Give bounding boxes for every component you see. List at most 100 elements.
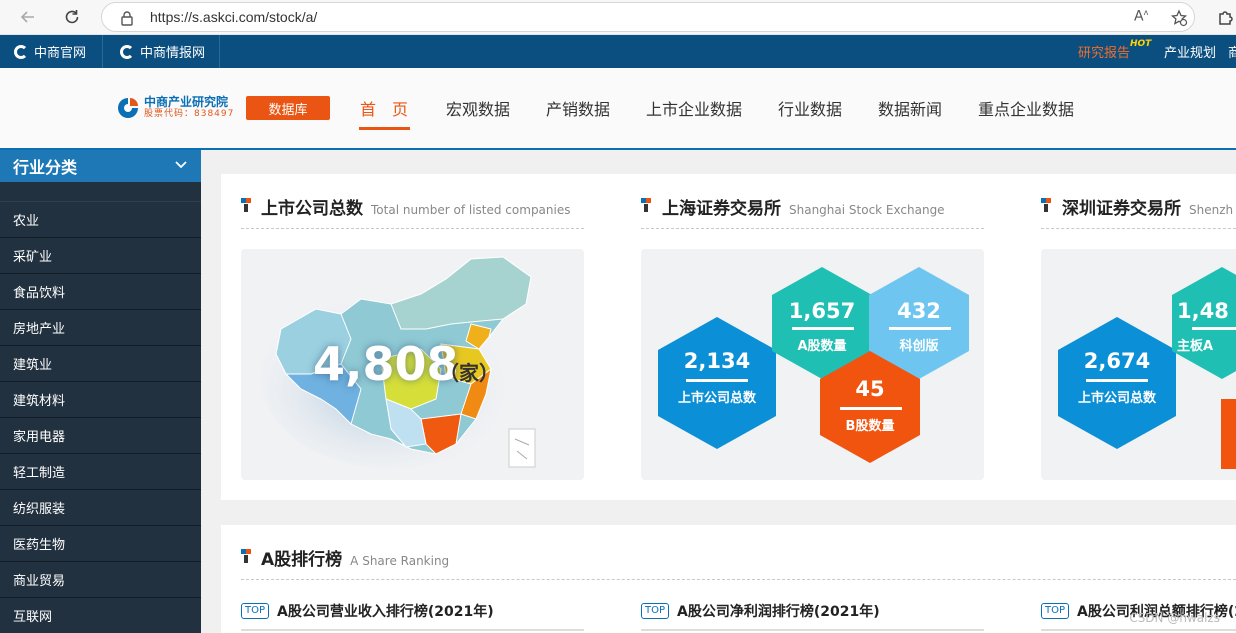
hex-value: 2,134 [683, 349, 751, 373]
stats-panel: 上市公司总数 Total number of listed companies [221, 174, 1236, 500]
logo-name: 中商产业研究院 [144, 95, 229, 109]
csdn-watermark: CSDN @hwalzs [1129, 611, 1220, 625]
section-title-en: Total number of listed companies [371, 203, 571, 217]
hex-divider [686, 379, 748, 382]
sidebar-item-real-estate[interactable]: 房地产业 [0, 310, 201, 346]
nav-key-enterprise-data[interactable]: 重点企业数据 [978, 96, 1074, 120]
nav-data-news[interactable]: 数据新闻 [878, 96, 942, 120]
nav-home[interactable]: 首 页 [360, 96, 408, 120]
extensions-icon[interactable] [1216, 7, 1236, 27]
hex-value: 1,657 [788, 299, 856, 323]
topbar-link-more[interactable]: 商 [1228, 35, 1236, 68]
ranking-title: A股公司净利润排行榜(2021年) [677, 604, 880, 620]
section-title-en: Shenzh [1189, 203, 1234, 217]
topbar-link-reports[interactable]: 研究报告 [1078, 35, 1130, 68]
url-text: https://s.askci.com/stock/a/ [150, 9, 318, 25]
topbar-link-planning[interactable]: 产业规划 [1164, 35, 1216, 68]
nav-production-sales[interactable]: 产销数据 [546, 96, 610, 120]
database-button[interactable]: 数据库 [246, 96, 330, 120]
topbar-link-official[interactable]: 中商官网 [0, 35, 103, 68]
sidebar-item-mining[interactable]: 采矿业 [0, 238, 201, 274]
nav-active-indicator [359, 127, 410, 130]
shenzhen-stats-card: 2,674 上市公司总数 1,48 主板A [1041, 249, 1236, 480]
site-header: 中商产业研究院 股票代码：838497 数据库 首 页 宏观数据 产销数据 上市… [0, 68, 1236, 150]
hot-badge: HOT [1130, 39, 1152, 49]
nav-macro-data[interactable]: 宏观数据 [446, 96, 510, 120]
back-button[interactable] [14, 4, 42, 30]
logo-stock-code: 股票代码：838497 [144, 109, 235, 119]
sidebar-item-textile[interactable]: 纺织服装 [0, 490, 201, 526]
refresh-button[interactable] [58, 4, 86, 30]
site-logo[interactable]: 中商产业研究院 股票代码：838497 [116, 95, 234, 120]
sidebar-item-trade[interactable]: 商业贸易 [0, 562, 201, 598]
ranking-net-profit[interactable]: TOP A股公司净利润排行榜(2021年) [641, 601, 880, 621]
hex-value: 45 [855, 377, 885, 401]
sidebar-item-agriculture[interactable]: 农业 [0, 202, 201, 238]
askci-logo-icon [118, 97, 138, 118]
hex-sz-main-board[interactable]: 1,48 主板A [1172, 267, 1236, 379]
add-favorite-icon[interactable] [1170, 9, 1188, 27]
hex-value: 1,48 [1177, 299, 1229, 323]
sidebar-item-construction[interactable]: 建筑业 [0, 346, 201, 382]
total-companies-count: 4,808 [313, 337, 459, 391]
divider [641, 228, 984, 229]
address-bar[interactable]: https://s.askci.com/stock/a/ Aʌ [101, 2, 1195, 32]
hex-sz-total[interactable]: 2,674 上市公司总数 [1058, 317, 1176, 449]
ranking-underline [241, 629, 584, 631]
ranking-panel: A股排行榜 A Share Ranking TOP A股公司营业收入排行榜(20… [221, 525, 1236, 633]
sidebar-item-food-beverage[interactable]: 食品饮料 [0, 274, 201, 310]
section-title-total: 上市公司总数 Total number of listed companies [261, 194, 570, 219]
hex-divider [1086, 379, 1148, 382]
divider [241, 579, 1236, 580]
china-map-card[interactable]: 4,808 （家） [241, 249, 584, 480]
hexagon-icon [658, 317, 776, 449]
ranking-title: A股公司营业收入排行榜(2021年) [277, 604, 494, 620]
divider [241, 228, 584, 229]
industry-sidebar: 行业分类 农业 采矿业 食品饮料 房地产业 建筑业 建筑材料 家用电器 轻工制造… [0, 150, 201, 633]
divider [1041, 228, 1236, 229]
section-title-zh: 上海证券交易所 [662, 199, 781, 219]
sidebar-spacer [0, 182, 201, 202]
section-marker-icon [1041, 198, 1052, 213]
top-badge: TOP [641, 603, 670, 619]
section-title-ranking: A股排行榜 A Share Ranking [261, 545, 449, 570]
section-marker-icon [641, 198, 652, 213]
hex-sh-total[interactable]: 2,134 上市公司总数 [658, 317, 776, 449]
nav-listed-company-data[interactable]: 上市企业数据 [646, 96, 742, 120]
sidebar-item-pharma[interactable]: 医药生物 [0, 526, 201, 562]
sidebar-item-appliances[interactable]: 家用电器 [0, 418, 201, 454]
hexagon-icon [1058, 317, 1176, 449]
nav-industry-data[interactable]: 行业数据 [778, 96, 842, 120]
sidebar-item-light-industry[interactable]: 轻工制造 [0, 454, 201, 490]
top-badge: TOP [241, 603, 270, 619]
sidebar-item-internet[interactable]: 互联网 [0, 598, 201, 633]
shanghai-stats-card: 2,134 上市公司总数 1,657 A股数量 432 科创版 45 B股数量 [641, 249, 984, 480]
section-title-shenzhen: 深圳证券交易所 Shenzh [1062, 194, 1233, 219]
top-badge: TOP [1041, 603, 1070, 619]
section-marker-icon [241, 198, 252, 213]
zhongshang-logo-icon [14, 44, 28, 59]
section-title-en: A Share Ranking [350, 554, 450, 568]
ranking-revenue[interactable]: TOP A股公司营业收入排行榜(2021年) [241, 601, 494, 621]
section-title-zh: 深圳证券交易所 [1062, 199, 1181, 219]
hex-divider [792, 327, 854, 330]
hex-sz-partial [1221, 399, 1236, 469]
hex-label: 上市公司总数 [677, 391, 756, 406]
read-aloud-icon[interactable]: Aʌ [1134, 8, 1148, 25]
section-title-zh: A股排行榜 [261, 550, 343, 570]
site-topbar: 中商官网 中商情报网 研究报告 HOT 产业规划 商 [0, 35, 1236, 68]
section-title-shanghai: 上海证券交易所 Shanghai Stock Exchange [662, 194, 945, 219]
chevron-down-icon [175, 161, 187, 169]
hex-label: B股数量 [845, 419, 895, 434]
hex-sh-b-shares[interactable]: 45 B股数量 [820, 351, 920, 463]
total-companies-unit: （家） [439, 361, 499, 385]
lock-icon [121, 11, 133, 26]
back-arrow-icon [20, 11, 34, 23]
topbar-link-info[interactable]: 中商情报网 [106, 35, 220, 68]
topbar-link-label: 中商官网 [34, 46, 87, 61]
sidebar-header[interactable]: 行业分类 [0, 150, 201, 182]
ranking-underline [1041, 629, 1236, 631]
sidebar-title: 行业分类 [13, 158, 78, 177]
sidebar-item-building-materials[interactable]: 建筑材料 [0, 382, 201, 418]
ranking-underline [641, 629, 984, 631]
